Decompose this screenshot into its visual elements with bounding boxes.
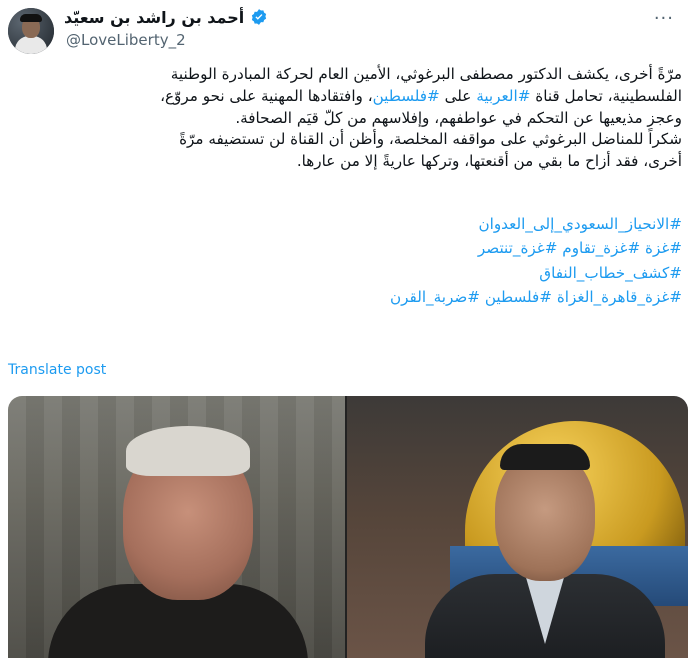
post-line: وعجز مذيعيها عن التحكم في عواطفهم، وإفلا… [235, 108, 682, 127]
translate-post-link[interactable]: Translate post [8, 362, 106, 378]
panel-divider [345, 396, 347, 658]
post-media-image[interactable] [8, 396, 688, 658]
post-line: مرّةً أخرى، يكشف الدكتور مصطفى البرغوثي،… [170, 65, 682, 83]
post-text: مرّةً أخرى، يكشف الدكتور مصطفى البرغوثي،… [16, 64, 682, 173]
anchor-face [495, 451, 595, 581]
avatar[interactable] [8, 8, 54, 54]
avatar-body [15, 36, 47, 54]
inline-hashtag[interactable]: #فلسطين [373, 87, 440, 105]
hashtag-line[interactable]: #كشف_خطاب_النفاق [16, 261, 682, 285]
post-line: شكراً للمناضل البرغوثي على مواقفه المخلص… [179, 130, 682, 149]
hashtag-block: #الانحياز_السعودي_إلى_العدوان #غزة #غزة_… [16, 212, 682, 309]
user-handle[interactable]: @LoveLiberty_2 [66, 31, 186, 49]
hashtag-line[interactable]: #غزة #غزة_تقاوم #غزة_تنتصر [16, 236, 682, 260]
avatar-cap [20, 14, 42, 22]
anchor-hair [500, 444, 590, 470]
post-header: أحمد بن راشد بن سعيّد @LoveLiberty_2 ··· [0, 0, 696, 60]
media-left-panel [8, 396, 345, 658]
guest-hair [126, 426, 250, 476]
display-name[interactable]: أحمد بن راشد بن سعيّد [64, 8, 244, 27]
post-line: الفلسطينية، تحامل قناة #العربية على #فلس… [160, 86, 682, 105]
name-row: أحمد بن راشد بن سعيّد [64, 6, 268, 28]
hashtag-line[interactable]: #غزة_قاهرة_الغزاة #فلسطين #ضربة_القرن [16, 285, 682, 309]
hashtag-line[interactable]: #الانحياز_السعودي_إلى_العدوان [16, 212, 682, 236]
verified-badge-icon [252, 9, 267, 25]
more-options-icon[interactable]: ··· [654, 8, 674, 29]
inline-hashtag[interactable]: #العربية [476, 87, 530, 105]
post-line: أخرى، فقد أزاح ما بقي من أقنعتها، وتركها… [296, 152, 682, 171]
media-right-panel [345, 396, 688, 658]
